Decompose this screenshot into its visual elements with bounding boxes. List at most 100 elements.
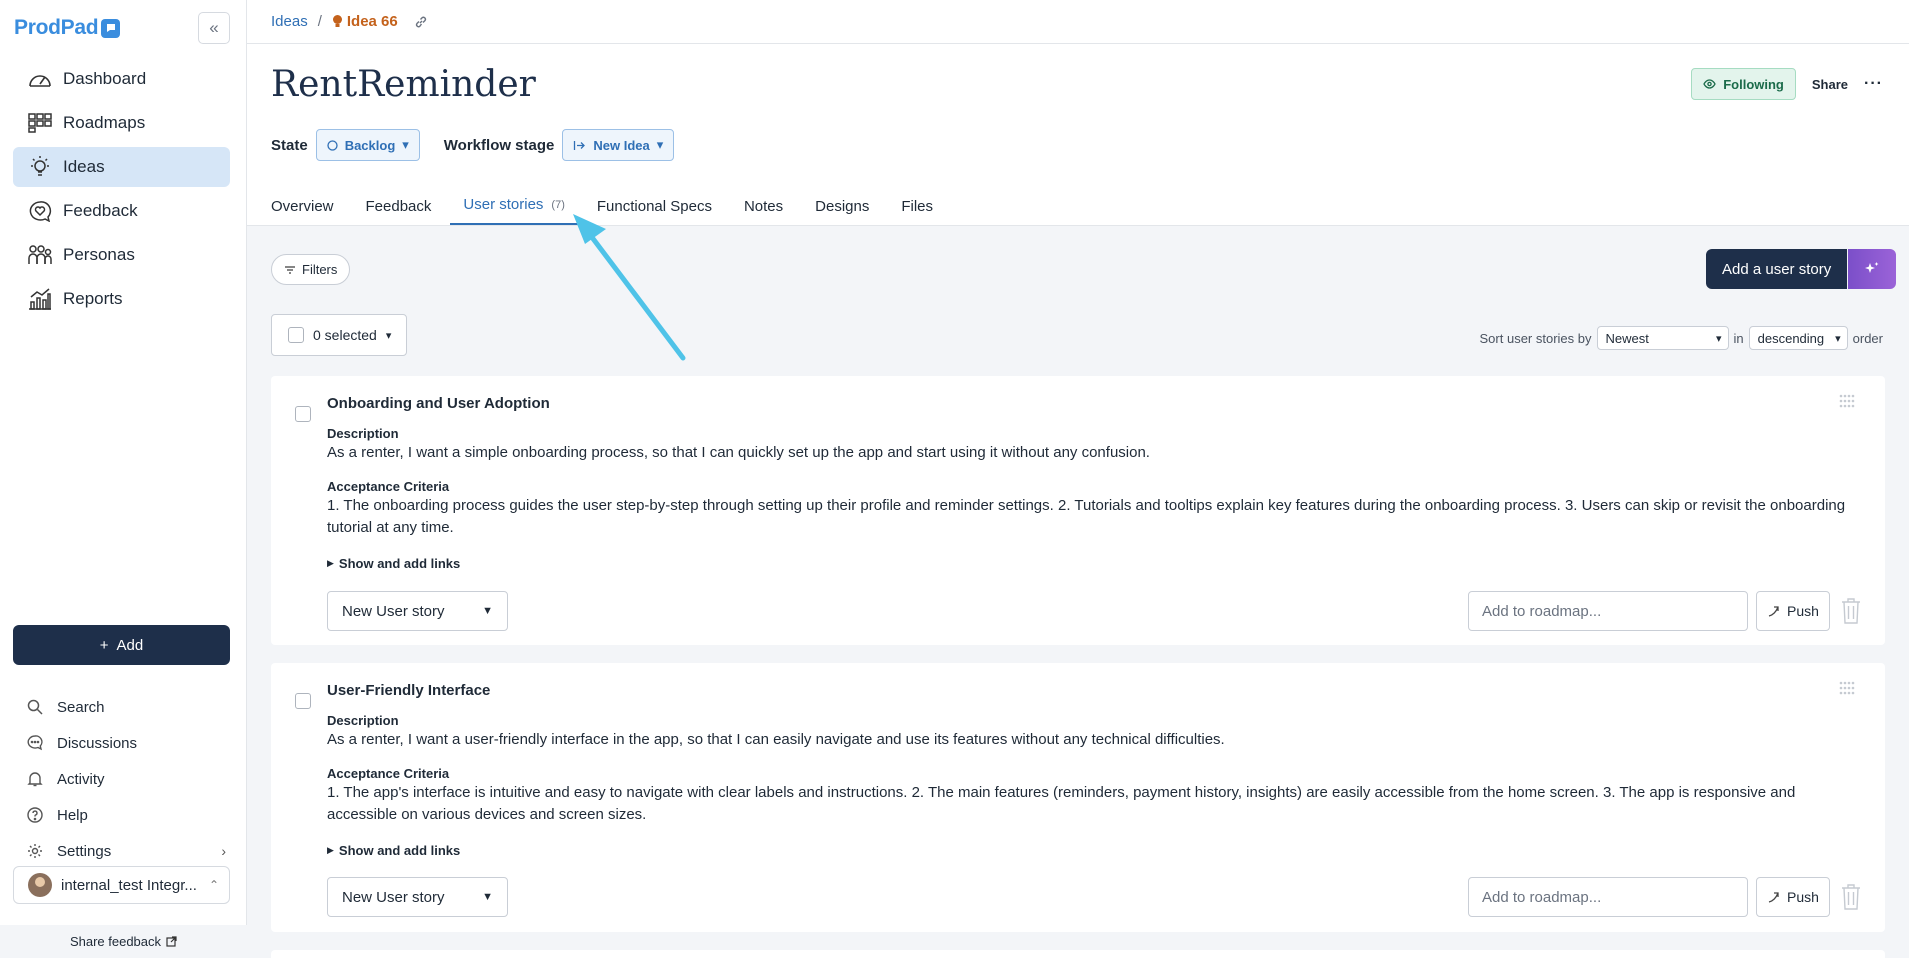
push-label: Push xyxy=(1787,603,1819,619)
add-button[interactable]: + Add xyxy=(13,625,230,665)
breadcrumb-current-label: Idea 66 xyxy=(346,13,398,30)
sort-by-select[interactable]: Newest ▾ xyxy=(1596,326,1729,350)
story-title[interactable]: Onboarding and User Adoption xyxy=(327,395,550,412)
sidebar-item-discussions[interactable]: Discussions xyxy=(26,725,226,761)
story-stage-select[interactable]: New User story ▼ xyxy=(327,877,508,917)
sidebar: ProdPad « Dashboard Roadmaps Ideas Feedb… xyxy=(0,0,247,958)
secondary-nav: Search Discussions Activity Help Setting… xyxy=(26,689,226,869)
sidebar-item-activity[interactable]: Activity xyxy=(26,761,226,797)
caret-down-icon: ▾ xyxy=(1835,332,1841,345)
sort-order-select[interactable]: descending ▾ xyxy=(1748,326,1848,350)
filters-button[interactable]: Filters xyxy=(271,254,351,285)
breadcrumb-current: Idea 66 xyxy=(332,13,398,30)
copy-link-icon[interactable] xyxy=(414,15,428,29)
selected-count: 0 selected xyxy=(313,327,377,343)
sidebar-item-dashboard[interactable]: Dashboard xyxy=(13,59,230,99)
state-dropdown[interactable]: Backlog ▾ xyxy=(315,129,420,161)
tab-designs[interactable]: Designs xyxy=(802,186,882,226)
caret-down-icon: ▾ xyxy=(656,137,664,152)
drag-handle-icon[interactable] xyxy=(1839,681,1855,695)
sort-suffix: order xyxy=(1852,330,1883,346)
sidebar-item-personas[interactable]: Personas xyxy=(13,235,230,275)
story-checkbox[interactable] xyxy=(295,693,311,709)
show-links-toggle[interactable]: ▶ Show and add links xyxy=(327,843,460,858)
tab-label: Files xyxy=(901,197,934,215)
sidebar-item-search[interactable]: Search xyxy=(26,689,226,725)
gauge-icon xyxy=(27,66,53,92)
sidebar-item-label: Help xyxy=(57,806,88,824)
page-title: RentReminder xyxy=(271,64,536,105)
sidebar-item-label: Settings xyxy=(57,842,112,860)
push-button[interactable]: Push xyxy=(1756,877,1830,917)
user-switcher[interactable]: internal_test Integr... ⌃ xyxy=(13,866,230,904)
tab-functional-specs[interactable]: Functional Specs xyxy=(584,186,725,226)
sort-prefix: Sort user stories by xyxy=(1479,330,1592,346)
avatar xyxy=(28,873,52,897)
main-area: Ideas / Idea 66 RentReminder Following S… xyxy=(247,0,1909,958)
share-button[interactable]: Share xyxy=(1812,77,1848,92)
story-description[interactable]: As a renter, I want a user-friendly inte… xyxy=(327,729,1867,751)
more-options-button[interactable]: ··· xyxy=(1864,75,1883,93)
add-to-roadmap-input[interactable]: Add to roadmap... xyxy=(1468,877,1748,917)
sort-controls: Sort user stories by Newest ▾ in descend… xyxy=(1480,326,1883,350)
workflow-stage-dropdown[interactable]: New Idea ▾ xyxy=(562,129,675,161)
ai-generate-button[interactable] xyxy=(1848,249,1897,289)
sidebar-item-roadmaps[interactable]: Roadmaps xyxy=(13,103,230,143)
sidebar-item-label: Activity xyxy=(57,770,105,788)
workflow-icon xyxy=(573,140,586,151)
add-button-label: Add xyxy=(116,636,144,654)
state-row: State Backlog ▾ Workflow stage New Idea … xyxy=(271,129,698,161)
push-button[interactable]: Push xyxy=(1756,591,1830,631)
story-stage-select[interactable]: New User story ▼ xyxy=(327,591,508,631)
heart-chat-icon xyxy=(27,198,53,224)
bulk-select-dropdown[interactable]: 0 selected ▾ xyxy=(271,314,407,356)
prodpad-logo[interactable]: ProdPad xyxy=(14,16,121,40)
sidebar-item-reports[interactable]: Reports xyxy=(13,279,230,319)
following-label: Following xyxy=(1723,76,1784,92)
trash-icon[interactable] xyxy=(1841,884,1861,910)
story-criteria[interactable]: 1. The onboarding process guides the use… xyxy=(327,495,1867,539)
chat-icon xyxy=(26,734,44,752)
chevron-updown-icon: ⌃ xyxy=(208,878,219,892)
sort-order-value: descending xyxy=(1757,330,1825,346)
share-feedback-label: Share feedback xyxy=(69,934,162,949)
sidebar-item-help[interactable]: Help xyxy=(26,797,226,833)
drag-handle-icon[interactable] xyxy=(1839,394,1855,408)
trash-icon[interactable] xyxy=(1841,598,1861,624)
state-label: State xyxy=(271,136,308,154)
show-links-toggle[interactable]: ▶ Show and add links xyxy=(327,556,460,571)
share-feedback-link[interactable]: Share feedback xyxy=(0,925,247,958)
collapse-sidebar-button[interactable]: « xyxy=(198,12,230,44)
tab-label: Overview xyxy=(271,197,334,215)
eye-icon xyxy=(1703,79,1716,89)
help-icon xyxy=(26,806,44,824)
sidebar-item-ideas[interactable]: Ideas xyxy=(13,147,230,187)
sidebar-item-settings[interactable]: Settings › xyxy=(26,833,226,869)
tab-overview[interactable]: Overview xyxy=(258,186,347,226)
story-criteria[interactable]: 1. The app's interface is intuitive and … xyxy=(327,782,1867,826)
add-user-story-group: Add a user story xyxy=(1706,249,1897,289)
show-links-label: Show and add links xyxy=(338,556,461,571)
tab-feedback[interactable]: Feedback xyxy=(353,186,445,226)
story-checkbox[interactable] xyxy=(295,406,311,422)
criteria-label: Acceptance Criteria xyxy=(327,479,450,494)
add-user-story-button[interactable]: Add a user story xyxy=(1706,249,1848,289)
select-all-checkbox[interactable] xyxy=(288,327,304,343)
story-description[interactable]: As a renter, I want a simple onboarding … xyxy=(327,442,1867,464)
tab-user-stories[interactable]: User stories (7) xyxy=(450,186,578,226)
tab-files[interactable]: Files xyxy=(888,186,946,226)
breadcrumb-ideas-link[interactable]: Ideas xyxy=(271,13,308,30)
sidebar-item-feedback[interactable]: Feedback xyxy=(13,191,230,231)
caret-down-icon: ▼ xyxy=(482,891,493,903)
tab-notes[interactable]: Notes xyxy=(731,186,796,226)
roadmap-grid-icon xyxy=(27,110,53,136)
show-links-label: Show and add links xyxy=(338,843,461,858)
caret-down-icon: ▾ xyxy=(1715,332,1722,345)
story-title[interactable]: User-Friendly Interface xyxy=(327,682,490,699)
add-to-roadmap-input[interactable]: Add to roadmap... xyxy=(1468,591,1748,631)
circle-icon xyxy=(327,139,338,151)
push-icon xyxy=(1767,891,1780,904)
sparkle-icon xyxy=(1864,261,1880,277)
sidebar-item-label: Search xyxy=(57,698,105,716)
following-button[interactable]: Following xyxy=(1691,68,1796,100)
